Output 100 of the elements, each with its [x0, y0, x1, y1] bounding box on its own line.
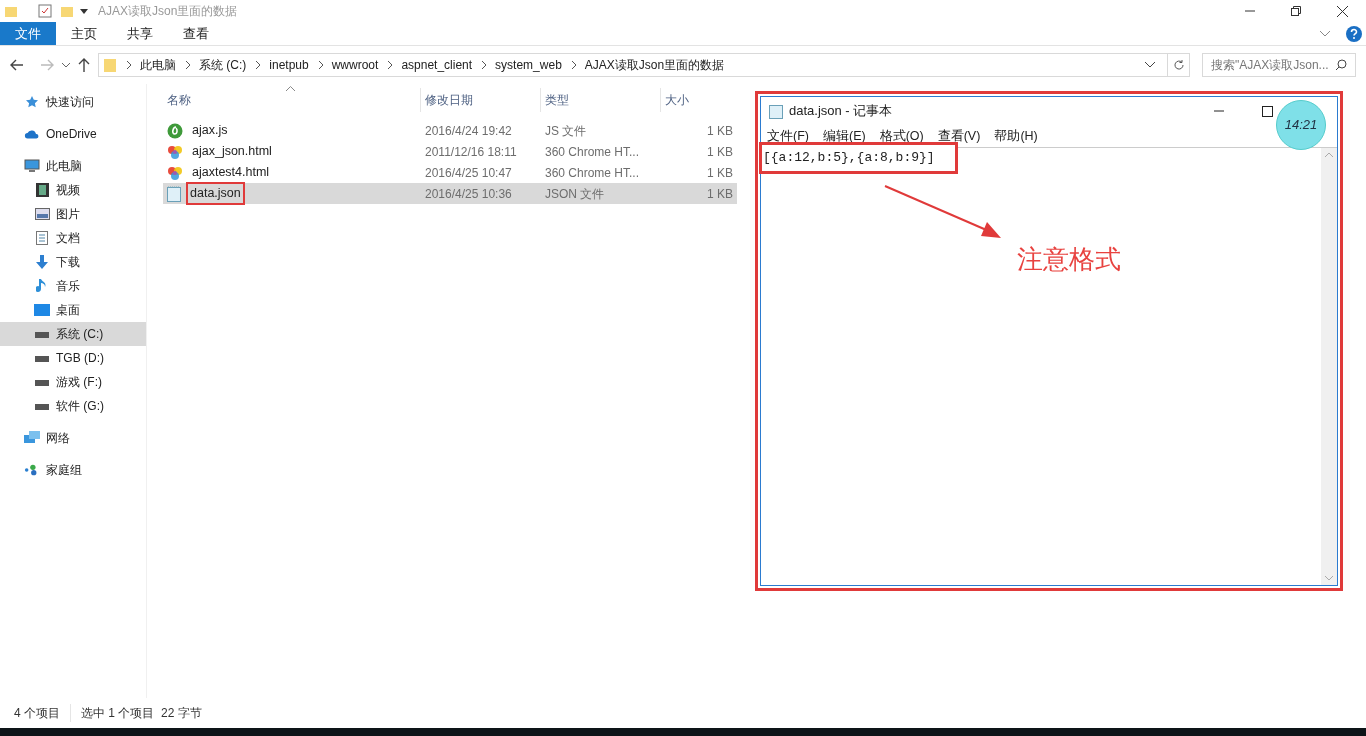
- cloud-icon: [24, 128, 40, 140]
- help-icon[interactable]: [1346, 25, 1362, 42]
- film-icon: [35, 183, 49, 197]
- table-cell-text: JS 文件: [544, 122, 588, 140]
- chevron-right-icon: [318, 61, 324, 69]
- restore-icon[interactable]: [1291, 6, 1301, 16]
- maximize-icon[interactable]: [1262, 105, 1273, 117]
- file-name: data.json: [186, 182, 245, 205]
- chevron-right-icon: [388, 61, 394, 69]
- drive-icon: [35, 378, 49, 386]
- table-cell-text: JSON 文件: [544, 185, 606, 203]
- file-row[interactable]: ajaxtest4.html 2016/4/25 10:47 360 Chrome HT... 1 KB: [163, 162, 737, 183]
- window-title: AJAX读取Json里面的数据: [98, 3, 238, 20]
- browser-file-icon: [167, 164, 183, 181]
- file-name: ajax_json.html: [191, 143, 273, 161]
- chevron-down-icon[interactable]: [62, 62, 70, 68]
- table-cell-text: 2016/4/25 10:36: [424, 185, 513, 203]
- picture-icon: [34, 208, 50, 220]
- search-field[interactable]: 搜索"AJAX读取Json...: [1202, 53, 1356, 77]
- sidebar-item[interactable]: 系统 (C:): [0, 322, 146, 346]
- close-icon[interactable]: [1337, 5, 1348, 17]
- star-icon: [25, 95, 39, 109]
- status-text: 选中 1 个项目 22 字节: [81, 705, 202, 722]
- column-header[interactable]: 类型: [541, 88, 661, 112]
- file-name: ajax.js: [191, 122, 229, 140]
- sidebar-item[interactable]: OneDrive: [0, 122, 146, 146]
- menu-item[interactable]: 格式(O): [879, 126, 924, 146]
- sidebar-item[interactable]: 桌面: [0, 298, 146, 322]
- file-row[interactable]: data.json 2016/4/25 10:36 JSON 文件 1 KB: [163, 183, 737, 204]
- breadcrumb-item[interactable]: system_web: [495, 56, 562, 74]
- chevron-down-icon[interactable]: [1145, 62, 1155, 68]
- sidebar-item[interactable]: 此电脑: [0, 154, 146, 178]
- menu-item[interactable]: 帮助(H): [994, 126, 1038, 146]
- properties-icon[interactable]: [38, 4, 52, 18]
- menu-item[interactable]: 编辑(E): [822, 126, 866, 146]
- script-file-icon: [167, 122, 183, 139]
- ribbon-tab[interactable]: 查看: [168, 22, 224, 45]
- dropdown-icon[interactable]: [80, 7, 88, 15]
- document-icon: [36, 231, 48, 245]
- table-cell-text: 360 Chrome HT...: [544, 164, 641, 182]
- back-arrow-icon[interactable]: [10, 59, 24, 71]
- ribbon-tab[interactable]: 文件: [0, 22, 56, 45]
- sidebar-item[interactable]: 游戏 (F:): [0, 370, 146, 394]
- drive-icon: [35, 402, 49, 410]
- sidebar-item[interactable]: 图片: [0, 202, 146, 226]
- monitor-icon: [24, 159, 40, 173]
- drive-icon: [35, 330, 49, 338]
- sidebar-item[interactable]: 音乐: [0, 274, 146, 298]
- breadcrumb-item[interactable]: AJAX读取Json里面的数据: [584, 56, 725, 74]
- chevron-right-icon: [571, 61, 577, 69]
- file-row[interactable]: ajax_json.html 2011/12/16 18:11 360 Chrome HT... 1 KB: [163, 141, 737, 162]
- network-icon: [24, 431, 40, 445]
- address-field[interactable]: 此电脑 系统 (C:) inetpub wwwroot aspnet_client system_web AJAX读取Json里面的数据: [98, 53, 1190, 77]
- annotation-text: 注意格式: [1017, 243, 1121, 276]
- table-cell-text: 2016/4/25 10:47: [424, 164, 513, 182]
- breadcrumb-item[interactable]: 系统 (C:): [199, 56, 247, 74]
- breadcrumb-item[interactable]: wwwroot: [331, 56, 379, 74]
- column-header[interactable]: 大小: [661, 88, 737, 112]
- column-header[interactable]: 名称: [163, 88, 421, 112]
- ribbon-tab[interactable]: 共享: [112, 22, 168, 45]
- sidebar-item[interactable]: 家庭组: [0, 458, 146, 482]
- file-name: ajaxtest4.html: [191, 164, 271, 182]
- breadcrumb-item[interactable]: inetpub: [269, 56, 309, 74]
- down-arrow-icon: [35, 255, 49, 269]
- table-cell-text: 2011/12/16 18:11: [424, 143, 518, 161]
- drive-icon: [35, 354, 49, 362]
- chevron-right-icon: [256, 61, 262, 69]
- notepad-file-icon: [167, 185, 181, 202]
- browser-file-icon: [167, 143, 183, 160]
- folder-icon: [103, 58, 117, 72]
- column-header[interactable]: 修改日期: [421, 88, 541, 112]
- text-content: [{a:12,b:5},{a:8,b:9}]: [763, 150, 935, 165]
- sidebar-item[interactable]: 快速访问: [0, 90, 146, 114]
- table-cell-text: 1 KB: [706, 122, 734, 140]
- status-text: 4 个项目: [14, 704, 71, 722]
- sidebar-item[interactable]: 网络: [0, 426, 146, 450]
- breadcrumb-item[interactable]: 此电脑: [140, 56, 176, 74]
- sidebar-item[interactable]: TGB (D:): [0, 346, 146, 370]
- table-cell-text: 1 KB: [706, 164, 734, 182]
- chevron-right-icon: [186, 61, 191, 69]
- refresh-icon[interactable]: [1172, 59, 1185, 71]
- table-cell-text: 360 Chrome HT...: [544, 143, 641, 161]
- sort-caret-icon: [286, 86, 295, 91]
- sidebar-item[interactable]: 视频: [0, 178, 146, 202]
- menu-item[interactable]: 查看(V): [937, 126, 981, 146]
- up-arrow-icon[interactable]: [78, 58, 90, 72]
- file-row[interactable]: ajax.js 2016/4/24 19:42 JS 文件 1 KB: [163, 120, 737, 141]
- chevron-right-icon: [482, 61, 488, 69]
- table-cell-text: 1 KB: [706, 143, 734, 161]
- sidebar-item[interactable]: 文档: [0, 226, 146, 250]
- chevron-right-icon: [127, 61, 132, 69]
- desktop-icon: [34, 304, 50, 316]
- notepad-title: data.json - 记事本: [789, 102, 893, 121]
- sidebar-item[interactable]: 软件 (G:): [0, 394, 146, 418]
- sidebar-item[interactable]: 下载: [0, 250, 146, 274]
- ribbon-tab[interactable]: 主页: [56, 22, 112, 45]
- menu-item[interactable]: 文件(F): [767, 126, 809, 146]
- search-icon: [1335, 59, 1347, 71]
- breadcrumb-item[interactable]: aspnet_client: [401, 56, 473, 74]
- table-cell-text: 1 KB: [706, 185, 734, 203]
